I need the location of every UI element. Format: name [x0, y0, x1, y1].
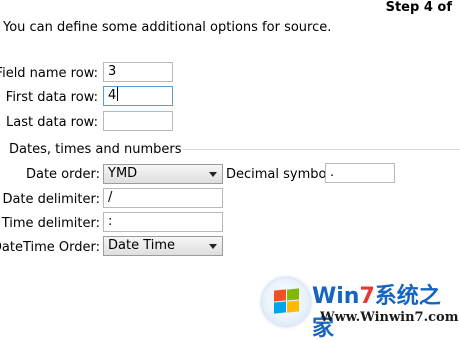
chevron-down-icon: [209, 244, 217, 249]
datetime-order-select[interactable]: Date Time: [103, 236, 223, 256]
last-data-row-input[interactable]: [103, 111, 173, 131]
time-delimiter-input[interactable]: :: [103, 212, 223, 232]
time-delimiter-label: Time delimiter:: [1, 216, 100, 231]
watermark-url: Www.Winwin7.com: [320, 310, 459, 325]
decimal-symbol-input[interactable]: .: [325, 163, 395, 183]
first-data-row-label: First data row:: [5, 90, 98, 105]
watermark: Win7系统之家 Www.Winwin7.com: [262, 276, 460, 341]
date-delimiter-input[interactable]: /: [103, 188, 223, 208]
decimal-symbol-label: Decimal symbol:: [226, 167, 335, 182]
date-order-label: Date order:: [25, 167, 100, 182]
dates-group-title: Dates, times and numbers: [9, 142, 182, 157]
date-delimiter-label: Date delimiter:: [2, 192, 100, 207]
text-caret: [117, 87, 119, 101]
step-indicator: Step 4 of: [385, 0, 452, 15]
last-data-row-label: Last data row:: [6, 115, 98, 130]
datetime-order-label: DateTime Order:: [0, 240, 100, 255]
first-data-row-input[interactable]: 4: [103, 86, 173, 106]
field-name-row-input[interactable]: 3: [103, 62, 173, 82]
group-divider: [183, 149, 460, 150]
date-order-select[interactable]: YMD: [103, 164, 223, 184]
field-name-row-label: Field name row:: [0, 66, 98, 81]
page-description: You can define some additional options f…: [3, 20, 332, 35]
chevron-down-icon: [209, 172, 217, 177]
windows-logo-icon: [262, 278, 310, 326]
